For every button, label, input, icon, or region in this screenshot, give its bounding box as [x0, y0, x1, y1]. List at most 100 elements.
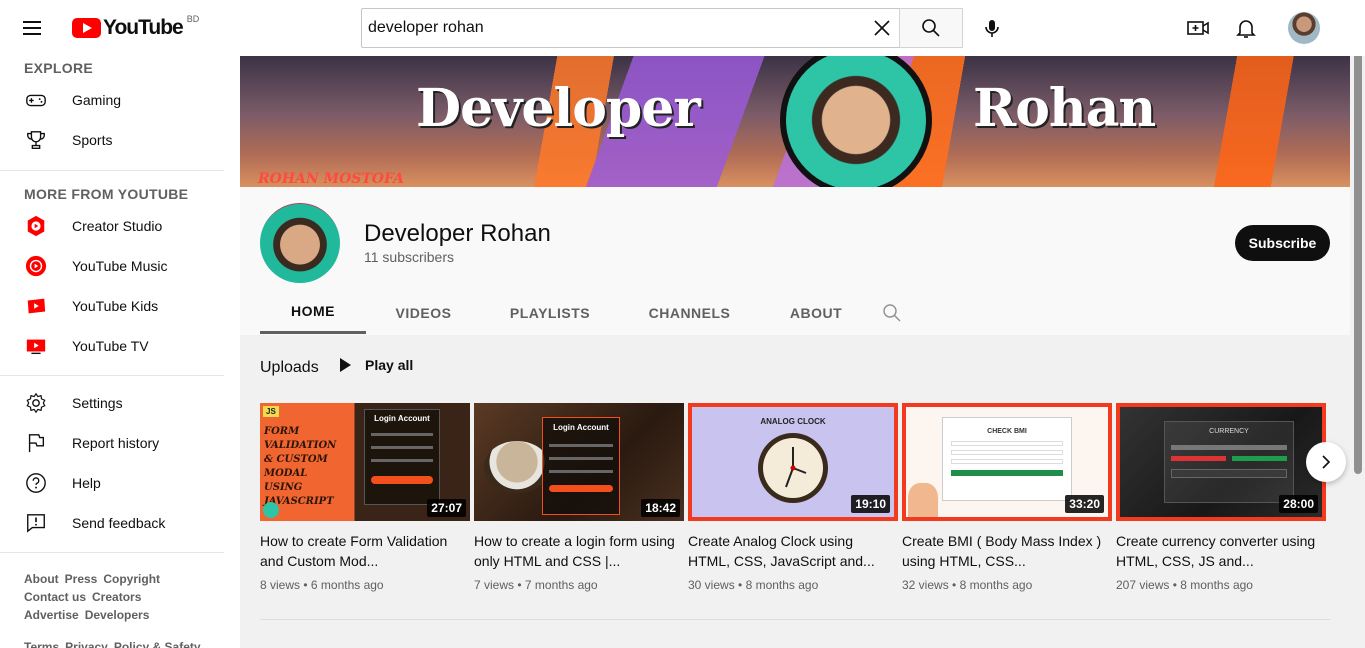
sidebar-item-label: Sports	[72, 132, 113, 148]
sidebar-item-creator-studio[interactable]: Creator Studio	[0, 206, 240, 246]
video-card[interactable]: JS FORM VALIDATION & CUSTOM MODAL USING …	[260, 403, 470, 592]
footer-link[interactable]: Privacy	[65, 640, 108, 648]
channel-mini-avatar	[263, 502, 279, 518]
search-box	[361, 8, 900, 48]
footer-link[interactable]: Policy & Safety	[114, 640, 201, 648]
thumbnail-bowl	[484, 441, 550, 493]
video-title[interactable]: How to create Form Validation and Custom…	[260, 531, 470, 571]
video-thumbnail[interactable]: CHECK BMI 33:20	[902, 403, 1112, 521]
footer-link[interactable]: Press	[65, 572, 98, 586]
form-result	[1171, 469, 1287, 478]
view-count: 207 views	[1116, 578, 1170, 592]
sidebar-item-youtube-kids[interactable]: YouTube Kids	[0, 286, 240, 326]
sidebar-divider	[0, 170, 224, 171]
footer-link[interactable]: Advertise	[24, 608, 79, 622]
chevron-right-icon	[1322, 455, 1331, 469]
video-card[interactable]: CURRENCY 28:00 Create currency converter…	[1116, 403, 1326, 592]
tab-home[interactable]: HOME	[260, 291, 366, 334]
account-avatar[interactable]	[1288, 12, 1320, 44]
footer-link[interactable]: Contact us	[24, 590, 86, 604]
form-field	[951, 441, 1063, 446]
video-title[interactable]: Create BMI ( Body Mass Index ) using HTM…	[902, 531, 1112, 571]
youtube-music-icon	[24, 254, 48, 278]
gamepad-icon	[24, 88, 48, 112]
youtube-logo[interactable]: YouTube BD	[72, 14, 200, 40]
youtube-play-icon	[72, 18, 101, 38]
sidebar-divider	[0, 552, 224, 553]
channel-search-button[interactable]	[872, 291, 912, 334]
tab-about[interactable]: ABOUT	[760, 291, 872, 334]
video-thumbnail[interactable]: JS FORM VALIDATION & CUSTOM MODAL USING …	[260, 403, 470, 521]
sidebar-item-report-history[interactable]: Report history	[0, 423, 240, 463]
play-all-button[interactable]: Play all	[340, 357, 413, 373]
form-submit	[951, 470, 1063, 476]
sidebar-item-label: YouTube Music	[72, 258, 168, 274]
sidebar-divider	[0, 375, 224, 376]
search-button[interactable]	[899, 8, 963, 48]
sidebar-item-send-feedback[interactable]: Send feedback	[0, 503, 240, 543]
sidebar-item-label: Report history	[72, 435, 160, 451]
upload-age: 8 months ago	[745, 578, 819, 592]
sidebar-item-sports[interactable]: Sports	[0, 120, 240, 160]
scrollbar-thumb[interactable]	[1354, 38, 1362, 474]
hamburger-menu-icon[interactable]	[20, 16, 44, 40]
video-duration: 28:00	[1279, 495, 1318, 513]
sidebar: EXPLORE Gaming Sports MORE FROM YOUTUBE …	[0, 56, 240, 648]
video-thumbnail[interactable]: Login Account 18:42	[474, 403, 684, 521]
form-buttons	[1171, 456, 1287, 461]
video-card[interactable]: CHECK BMI 33:20 Create BMI ( Body Mass I…	[902, 403, 1112, 592]
microphone-icon	[985, 20, 999, 37]
logo-text: YouTube	[103, 16, 184, 39]
upload-age: 8 months ago	[1180, 578, 1253, 592]
flag-icon	[24, 431, 48, 455]
thumbnail-caption: ANALOG CLOCK	[760, 417, 826, 426]
analog-clock-graphic	[758, 433, 828, 503]
sidebar-item-help[interactable]: Help	[0, 463, 240, 503]
banner-title-left: Developer	[416, 78, 701, 139]
form-field	[549, 444, 613, 447]
form-mockup: Login Account	[542, 417, 620, 515]
video-card[interactable]: Login Account 18:42 How to create a logi…	[474, 403, 684, 592]
video-title[interactable]: Create currency converter using HTML, CS…	[1116, 531, 1326, 571]
clear-search-icon[interactable]	[872, 18, 892, 38]
video-card[interactable]: ANALOG CLOCK 19:10 Create Analog Clock u…	[688, 403, 898, 592]
video-title[interactable]: How to create a login form using only HT…	[474, 531, 684, 571]
youtube-tv-icon	[24, 334, 48, 358]
search-input[interactable]	[368, 19, 848, 37]
sidebar-item-label: Gaming	[72, 92, 122, 108]
page-scrollbar[interactable]	[1350, 30, 1365, 648]
view-count: 8 views	[260, 578, 301, 592]
form-submit	[549, 485, 613, 492]
channel-avatar[interactable]	[260, 203, 340, 283]
voice-search-button[interactable]	[974, 10, 1010, 46]
video-title[interactable]: Create Analog Clock using HTML, CSS, Jav…	[688, 531, 898, 571]
footer-link[interactable]: Developers	[85, 608, 150, 622]
footer-link[interactable]: Copyright	[103, 572, 160, 586]
video-meta: 8 views • 6 months ago	[260, 578, 384, 592]
form-field	[1171, 445, 1287, 450]
video-thumbnail[interactable]: CURRENCY 28:00	[1116, 403, 1326, 521]
footer-link[interactable]: Terms	[24, 640, 59, 648]
sidebar-item-youtube-music[interactable]: YouTube Music	[0, 246, 240, 286]
view-count: 30 views	[688, 578, 735, 592]
footer-link[interactable]: About	[24, 572, 59, 586]
youtube-kids-icon	[24, 294, 48, 318]
form-heading: Login Account	[553, 423, 609, 432]
sidebar-item-gaming[interactable]: Gaming	[0, 80, 240, 120]
tab-channels[interactable]: CHANNELS	[619, 291, 760, 334]
form-field	[549, 470, 613, 473]
video-thumbnail[interactable]: ANALOG CLOCK 19:10	[688, 403, 898, 521]
play-all-label: Play all	[365, 357, 414, 373]
upload-age: 6 months ago	[310, 578, 384, 592]
footer-link[interactable]: Creators	[92, 590, 141, 604]
tab-playlists[interactable]: PLAYLISTS	[481, 291, 619, 334]
tab-videos[interactable]: VIDEOS	[366, 291, 481, 334]
subscribe-button[interactable]: Subscribe	[1235, 225, 1330, 261]
country-code: BD	[186, 14, 200, 24]
shelf-next-button[interactable]	[1306, 442, 1346, 482]
sidebar-item-youtube-tv[interactable]: YouTube TV	[0, 326, 240, 366]
create-video-button[interactable]	[1184, 14, 1212, 42]
notifications-button[interactable]	[1232, 14, 1260, 42]
sidebar-item-settings[interactable]: Settings	[0, 383, 240, 423]
uploads-heading[interactable]: Uploads	[260, 359, 319, 377]
